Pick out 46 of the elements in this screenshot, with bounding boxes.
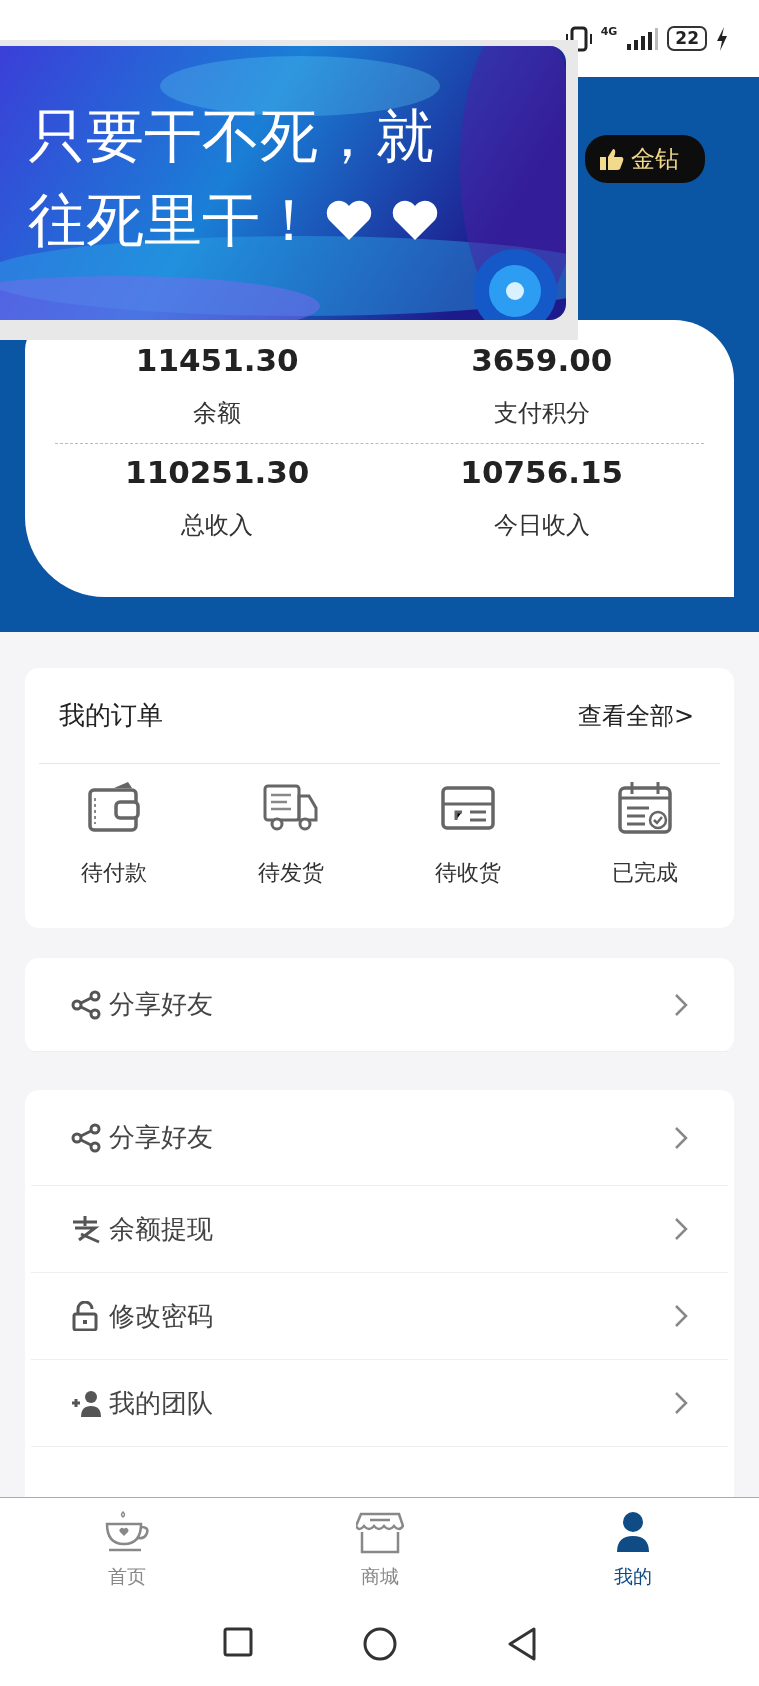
thumbs-up-icon [599,147,625,171]
charging-icon [715,26,729,52]
view-all-link[interactable]: 查看全部> [577,697,694,734]
stat-value: 10756.15 [459,454,625,492]
stat-label: 余额 [192,398,243,430]
calendar-check-icon [617,780,674,834]
network-label: 4G [600,26,618,37]
order-status-item[interactable]: 待付款 [25,780,203,889]
stat-value: 110251.30 [124,454,311,492]
signal-icon [625,26,660,52]
chevron-right-icon [674,1217,688,1241]
stat-label: 今日收入 [492,510,591,542]
section-title: 我的订单 [59,699,163,732]
unlock-icon [71,1301,101,1331]
order-status-item[interactable]: 待发货 [202,780,380,889]
payment-icon [71,1214,101,1244]
banner-text: 往死里干！ [28,185,318,257]
home-icon[interactable] [362,1627,397,1661]
stat-value: 11451.30 [134,342,300,380]
menu-item[interactable]: 分享好友 [31,958,728,1052]
storefront-icon [355,1510,404,1554]
menu-item[interactable]: 修改密码 [31,1273,728,1360]
chevron-right-icon [674,1391,688,1415]
wallet-icon [85,780,142,834]
order-status-item[interactable]: 已完成 [556,780,734,889]
menu-item[interactable]: 余额提现 [31,1186,728,1273]
stat-label: 支付积分 [492,398,591,430]
add-person-icon [71,1388,101,1418]
menu-item[interactable]: 分享好友 [31,1090,728,1186]
stat-value: 3659.00 [470,342,614,380]
chevron-right-icon [674,992,688,1017]
tab-item[interactable]: 首页 [0,1510,253,1607]
back-icon[interactable] [506,1627,537,1661]
chevron-right-icon [674,1125,688,1150]
share-icon [71,1122,101,1153]
share-icon [71,989,101,1020]
badge-label: 金钻 [631,144,679,175]
battery-level: 22 [667,26,707,51]
order-status-item[interactable]: 待收货 [379,780,557,889]
banner-text: 只要干不死，就 [28,101,435,172]
tab-item[interactable]: 商城 [253,1510,506,1607]
stat-label: 总收入 [180,510,255,542]
tab-item[interactable]: 我的 [506,1510,759,1607]
chevron-right-icon [674,1304,688,1328]
menu-item[interactable]: 我的团队 [31,1360,728,1447]
recents-icon[interactable] [222,1627,253,1657]
